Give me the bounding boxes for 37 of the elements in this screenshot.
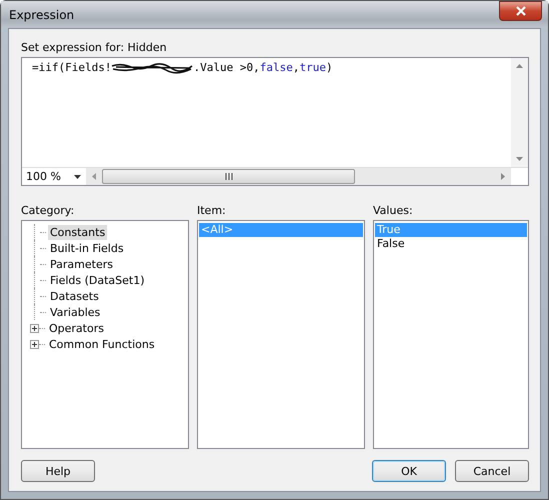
tree-item[interactable]: Fields (DataSet1) [48, 272, 147, 288]
tree-item[interactable]: Variables [48, 304, 102, 320]
code-keyword: false [260, 61, 293, 74]
list-item[interactable]: False [375, 237, 527, 251]
close-icon [514, 6, 526, 16]
vertical-scrollbar[interactable] [511, 58, 528, 167]
scroll-up-icon [516, 64, 523, 68]
scroll-thumb[interactable] [102, 169, 355, 184]
tree-item[interactable]: Operators [47, 320, 106, 336]
tree-item[interactable]: Built-in Fields [48, 240, 126, 256]
dialog-button[interactable]: Cancel [455, 460, 529, 482]
tree-item[interactable]: Datasets [48, 288, 101, 304]
dialog-button[interactable]: OK [372, 460, 446, 482]
tree-item[interactable]: Constants [48, 224, 108, 240]
category-label: Category: [21, 204, 76, 217]
scroll-down-icon [516, 157, 523, 161]
scroll-left-icon [92, 173, 96, 180]
tree-item[interactable]: Parameters [48, 256, 115, 272]
tree-item[interactable]: Common Functions [47, 336, 157, 352]
code-keyword: true [299, 61, 326, 74]
dialog-button[interactable]: Help [21, 460, 95, 482]
dropdown-caret-icon [74, 174, 81, 178]
horizontal-scrollbar[interactable] [86, 168, 511, 185]
expression-label: Set expression for: Hidden [21, 41, 168, 54]
window-title: Expression [9, 8, 76, 22]
expand-icon[interactable] [30, 340, 39, 348]
expression-editor[interactable]: =iif(Fields! .Value >0,false,true) 100 % [21, 57, 529, 186]
code-text: ) [326, 61, 333, 74]
values-label: Values: [373, 204, 414, 217]
close-button[interactable] [499, 0, 542, 20]
grip-icon [224, 173, 232, 180]
code-text: , [292, 61, 300, 74]
item-label: Item: [197, 204, 227, 217]
code-text: =iif(Fields! [32, 61, 112, 74]
scroll-right-icon [501, 173, 505, 180]
expand-icon[interactable] [30, 324, 39, 332]
code-text: .Value >0, [193, 61, 260, 74]
